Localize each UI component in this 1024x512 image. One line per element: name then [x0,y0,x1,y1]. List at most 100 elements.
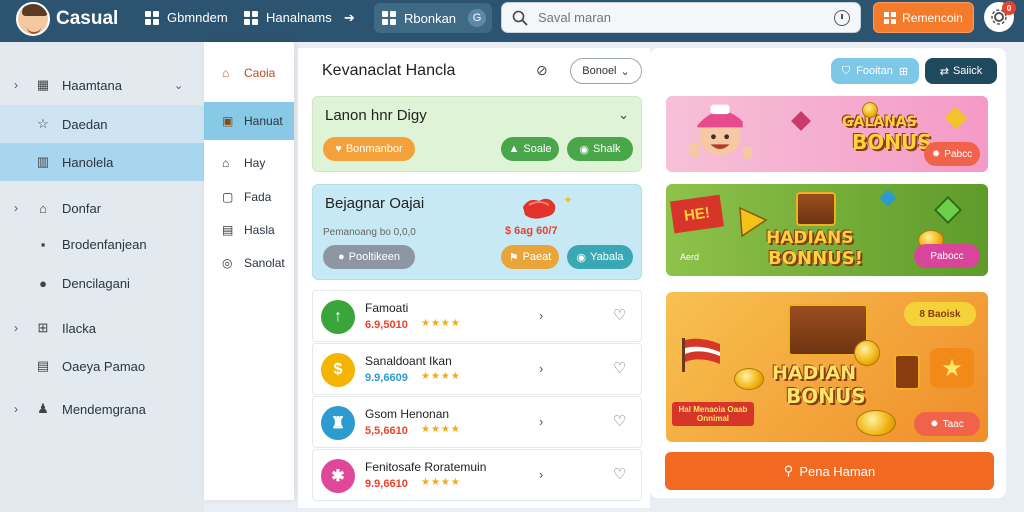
g-icon: G [468,9,486,27]
search-bar[interactable] [501,2,861,33]
card2-button-3[interactable]: ◉ Yabala [567,245,633,269]
button-label: Pena Haman [799,463,876,479]
banner-title: HADIAN [772,362,857,384]
nav-item-caoia[interactable]: ⌂ Caoia [204,54,294,92]
game-icon: ✱ [321,459,355,493]
button-label: Bonmanbor [345,143,403,155]
chevron-right-icon[interactable]: › [539,414,543,429]
chevron-down-icon[interactable]: ⌄ [618,107,629,123]
list-item[interactable]: ↑ Famoati 6.9,5010 ★★★★ › ♡ [312,290,642,342]
bonus-banner-1[interactable]: GALANAS BONUS ✹ Pabcc [666,96,988,172]
shield-icon: ⛉ [841,64,851,77]
card1-button-1[interactable]: ♥ Bonmanbor [323,137,415,161]
nav-label-2: Hanalnams [266,10,332,25]
sidebar-item-dencilagani[interactable]: ● Dencilagani [0,264,204,302]
heart-icon[interactable]: ♡ [613,306,626,324]
banner3-pill[interactable]: 8 Baoisk [904,302,976,326]
sidebar-item-label: Dencilagani [62,275,130,291]
star-icon: ★ [930,348,974,388]
card2-button-2[interactable]: ⚑ Paeat [501,245,559,269]
button-label: Fooitan [856,65,893,77]
star-rating: ★★★★ [421,424,461,435]
list-item[interactable]: ✱ Fenitosafe Roratemuin 9.9,6610 ★★★★ › … [312,449,642,501]
nav-item-2[interactable]: Hanalnams [244,10,332,25]
cylinder-icon: ● [39,275,47,291]
pill-nav-button[interactable]: Rbonkan G [374,3,492,33]
bonus-banner-3[interactable]: HADIAN BONUS ★ 8 Baoisk Hal Menaoia Oaab… [666,292,988,442]
banner1-button[interactable]: ✹ Pabcc [924,142,980,166]
clock-icon[interactable] [834,9,850,26]
list-item[interactable]: ♜ Gsom Henonan 5,5,6610 ★★★★ › ♡ [312,396,642,448]
reward-button[interactable]: Remencoin [873,2,974,33]
sidebar-item-hanolela[interactable]: ▥ Hanolela [0,143,204,181]
game-icon: $ [321,353,355,387]
button-label: Taac [942,418,964,430]
chevron-right-icon[interactable]: › [539,467,543,482]
bottom-action-button[interactable]: ⚲ Pena Haman [665,452,994,490]
chevron-right-icon[interactable]: › [539,308,543,323]
game-name: Famoati [365,301,409,315]
bonus-banner-2[interactable]: HE! HADIANS BONNUS! Aerd Pabocc [666,184,988,276]
star-icon: ☆ [37,116,49,131]
heart-icon[interactable]: ♡ [613,465,626,483]
sidebar-item-daedan[interactable]: ☆ Daedan [0,105,204,143]
section-button-label: Bonoel [582,65,617,77]
banner2-button[interactable]: Pabocc [914,244,980,268]
banner-title: BONUS [852,130,932,154]
sidebar-item-brodenfanjean[interactable]: ▪ Brodenfanjean [0,225,204,263]
notification-button[interactable]: 0 [984,1,1016,32]
switch-button[interactable]: ⇄ Saiick [925,58,997,84]
card1-button-2[interactable]: ▲ Soale [501,137,559,161]
card1-button-3[interactable]: ◉ Shalk [567,137,633,161]
banner-small-text: Hal Menaoia Oaab Onnimal [672,402,754,426]
heart-icon[interactable]: ♡ [613,412,626,430]
pin-icon: ◉ [576,251,587,264]
card-title: Lanon hnr Digy [325,107,427,124]
nav-item-label: Fada [244,190,272,204]
game-score: 5,5,6610 [365,425,408,437]
search-icon [512,10,528,26]
nav-item-hay[interactable]: ⌂ Hay [204,144,294,182]
banner3-button[interactable]: ✹ Taac [914,412,980,436]
game-name: Gsom Henonan [365,407,450,421]
app-name: Casual [56,8,119,29]
chevron-right-icon[interactable]: › [539,361,543,376]
banner-tag: HE! [670,194,724,234]
heart-icon[interactable]: ♡ [613,359,626,377]
nav-item-hanuat[interactable]: ▣ Hanuat [204,102,294,140]
sparkle-icon: ✦ [563,193,574,207]
coin-icon [862,102,878,118]
section-button[interactable]: Bonoel ⌄ [570,58,642,84]
brand[interactable]: Casual [16,2,118,36]
sidebar-item-mendemgrana[interactable]: › ♟ Mendemgrana [0,390,204,428]
sidebar-item-label: Mendemgrana [62,401,146,417]
card2-button-1[interactable]: ● Pooltikeen [323,245,415,269]
banner-title: HADIANS [766,228,854,248]
lock-icon: ▪ [40,236,46,252]
list-icon: ▤ [222,223,234,237]
search-input[interactable] [538,10,824,25]
sidebar-item-oaeya-pamao[interactable]: ▤ Oaeya Pamao [0,347,204,385]
filter-button[interactable]: ⛉ Fooitan ⊞ [831,58,919,84]
button-label: Pabcc [944,148,973,160]
sidebar-item-haamtana[interactable]: › ▦ Haamtana ⌄ [0,66,204,104]
avatar[interactable] [16,2,50,36]
banner-title: BONNUS! [768,248,863,269]
grid-icon: ⊞ [37,320,49,335]
sidebar-item-label: Hanolela [62,154,114,170]
tag-icon[interactable]: ⊘ [536,62,548,79]
list-item[interactable]: $ Sanaldoant Ikan 9.9,6609 ★★★★ › ♡ [312,343,642,395]
reward-button-label: Remencoin [902,10,963,25]
coin-icon [734,368,764,390]
sidebar-item-label: Brodenfanjean [62,236,147,252]
document-icon: ▤ [36,358,50,373]
grid-icon [884,11,897,24]
arrow-right-icon[interactable]: ➔ [344,10,355,26]
calendar-icon: ▦ [36,77,50,92]
nav-item-sanolat[interactable]: ◎ Sanolat [204,244,294,282]
flame-icon: ✹ [931,148,941,160]
sidebar-item-donfar[interactable]: › ⌂ Donfar [0,189,204,227]
sidebar-item-ilacka[interactable]: › ⊞ Ilacka [0,309,204,347]
nav-item-1[interactable]: Gbmndem [145,10,228,25]
sidebar-item-label: Ilacka [62,320,96,336]
